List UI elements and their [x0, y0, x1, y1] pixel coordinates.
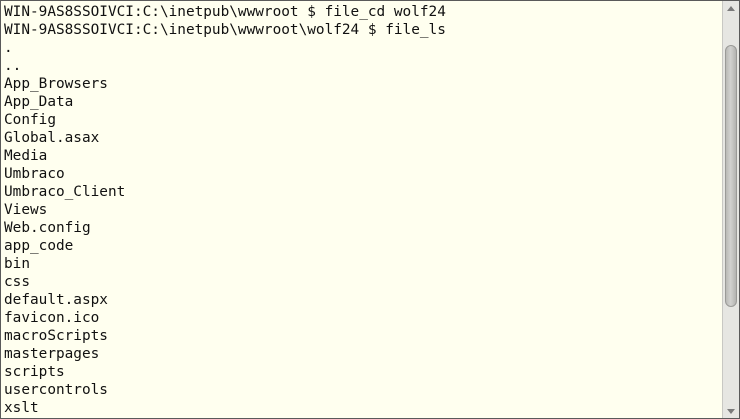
- output-line: Web.config: [4, 220, 91, 236]
- terminal-window: WIN-9AS8SSOIVCI:C:\inetpub\wwwroot $ fil…: [0, 0, 740, 419]
- output-line: masterpages: [4, 346, 100, 362]
- output-line: Config: [4, 112, 56, 128]
- output-line: .: [4, 40, 13, 56]
- scrollbar-thumb[interactable]: [725, 45, 737, 307]
- output-line: bin: [4, 256, 30, 272]
- scroll-up-button[interactable]: [723, 1, 739, 15]
- arrow-up-icon: [727, 5, 735, 11]
- output-line: scripts: [4, 364, 65, 380]
- output-line: Global.asax: [4, 130, 100, 146]
- scroll-down-button[interactable]: [723, 404, 739, 418]
- output-line: macroScripts: [4, 328, 108, 344]
- output-line: Umbraco_Client: [4, 184, 126, 200]
- output-line: Views: [4, 202, 48, 218]
- output-line: favicon.ico: [4, 310, 100, 326]
- vertical-scrollbar[interactable]: [722, 1, 739, 418]
- output-line: usercontrols: [4, 382, 108, 398]
- arrow-down-icon: [727, 408, 735, 414]
- output-line: app_code: [4, 238, 74, 254]
- output-line: default.aspx: [4, 292, 108, 308]
- terminal-output[interactable]: WIN-9AS8SSOIVCI:C:\inetpub\wwwroot $ fil…: [1, 1, 723, 418]
- output-line: App_Data: [4, 94, 74, 110]
- output-line: ..: [4, 58, 22, 74]
- output-line: App_Browsers: [4, 76, 108, 92]
- output-line: css: [4, 274, 30, 290]
- output-line: Umbraco: [4, 166, 65, 182]
- prompt-line: WIN-9AS8SSOIVCI:C:\inetpub\wwwroot $ fil…: [4, 4, 446, 20]
- output-line: Media: [4, 148, 48, 164]
- output-lines: WIN-9AS8SSOIVCI:C:\inetpub\wwwroot $ fil…: [4, 3, 446, 417]
- prompt-line: WIN-9AS8SSOIVCI:C:\inetpub\wwwroot\wolf2…: [4, 22, 446, 38]
- output-line: xslt: [4, 400, 39, 416]
